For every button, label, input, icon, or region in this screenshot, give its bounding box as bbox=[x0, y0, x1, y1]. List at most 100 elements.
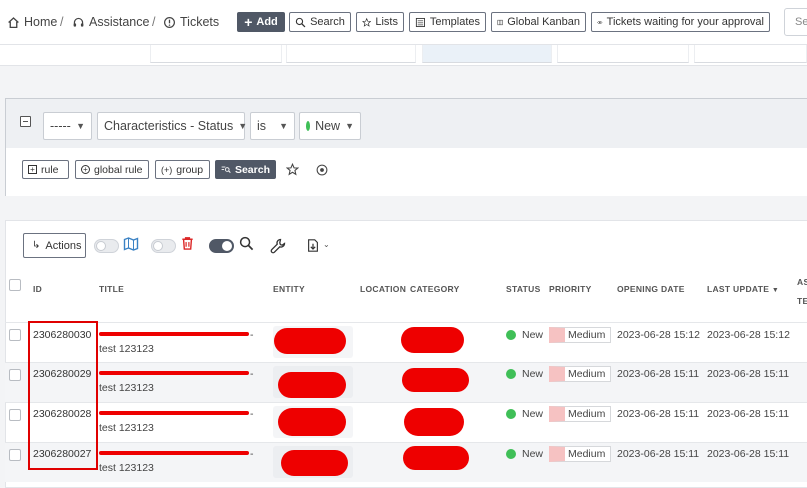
redaction-mark bbox=[404, 408, 464, 436]
last-update: 2023-06-28 15:11 bbox=[707, 368, 790, 380]
status-dot bbox=[506, 369, 516, 379]
value-select[interactable]: New ▼ bbox=[299, 112, 361, 140]
col-id-header[interactable]: ID bbox=[33, 284, 42, 294]
col-extra-header-1[interactable]: AS bbox=[797, 277, 807, 287]
breadcrumb-assistance-label: Assistance bbox=[89, 15, 150, 29]
status-dot bbox=[506, 449, 516, 459]
plus-circle-icon: + bbox=[81, 165, 90, 174]
col-last-update-header[interactable]: LAST UPDATE ▼ bbox=[707, 284, 779, 294]
form-strip bbox=[0, 45, 807, 66]
operator-select[interactable]: is ▼ bbox=[250, 112, 295, 140]
trash-icon bbox=[182, 237, 193, 250]
ticket-title-end[interactable]: - bbox=[250, 368, 254, 380]
ticket-title-line2[interactable]: test 123123 bbox=[99, 462, 154, 474]
add-group-button[interactable]: (+) group bbox=[155, 160, 210, 179]
breadcrumb-home[interactable]: Home bbox=[7, 15, 57, 29]
add-rule-button[interactable]: + rule bbox=[22, 160, 69, 179]
col-status-header[interactable]: STATUS bbox=[506, 284, 541, 294]
export-icon[interactable] bbox=[306, 238, 320, 253]
col-opening-date-header[interactable]: OPENING DATE bbox=[617, 284, 685, 294]
actions-button[interactable]: ↳ Actions bbox=[23, 233, 86, 258]
eye-icon bbox=[597, 20, 603, 24]
row-checkbox[interactable] bbox=[9, 409, 21, 421]
chevron-down-icon: ▼ bbox=[279, 121, 288, 131]
template-icon bbox=[415, 17, 425, 27]
field-select-value: Characteristics - Status bbox=[104, 119, 234, 133]
redaction-mark bbox=[99, 451, 249, 455]
col-priority-header[interactable]: PRIORITY bbox=[549, 284, 592, 294]
filter-search-label: Search bbox=[234, 163, 270, 176]
col-category-header[interactable]: CATEGORY bbox=[410, 284, 460, 294]
map-icon bbox=[123, 237, 139, 251]
search-button[interactable]: Search bbox=[289, 12, 351, 32]
redaction-mark bbox=[402, 368, 469, 392]
last-update: 2023-06-28 15:11 bbox=[707, 408, 790, 420]
plus-square-icon: + bbox=[28, 165, 37, 174]
add-global-rule-button[interactable]: + global rule bbox=[75, 160, 149, 179]
alert-circle-icon bbox=[164, 16, 175, 28]
tickets-approval-button[interactable]: Tickets waiting for your approval bbox=[591, 12, 770, 32]
redaction-mark bbox=[99, 332, 249, 336]
breadcrumb-tickets-label: Tickets bbox=[180, 15, 220, 29]
status-label: New bbox=[522, 408, 544, 420]
row-checkbox[interactable] bbox=[9, 369, 21, 381]
home-icon bbox=[8, 16, 19, 28]
map-toggle[interactable] bbox=[94, 239, 119, 253]
reset-search-icon[interactable] bbox=[316, 164, 328, 176]
search-toggle[interactable] bbox=[209, 239, 234, 253]
breadcrumb-home-label: Home bbox=[24, 15, 58, 29]
value-select-value: New bbox=[315, 119, 341, 133]
ticket-title-end[interactable]: - bbox=[250, 448, 254, 460]
priority-badge: Medium bbox=[549, 366, 611, 382]
redaction-mark bbox=[403, 446, 469, 470]
tickets-approval-label: Tickets waiting for your approval bbox=[606, 16, 764, 28]
last-update: 2023-06-28 15:11 bbox=[707, 448, 790, 460]
breadcrumb-separator: / bbox=[152, 15, 156, 29]
link-select-value: ----- bbox=[50, 119, 71, 133]
priority-label: Medium bbox=[568, 448, 606, 460]
lists-button-label: Lists bbox=[375, 16, 398, 28]
redaction-mark bbox=[274, 328, 346, 354]
status-label: New bbox=[522, 448, 544, 460]
lists-button[interactable]: Lists bbox=[356, 12, 404, 32]
chevron-down-icon[interactable]: ⌄ bbox=[323, 240, 330, 249]
ticket-title-line2[interactable]: test 123123 bbox=[99, 422, 154, 434]
filter-search-button[interactable]: Search bbox=[215, 160, 276, 179]
priority-label: Medium bbox=[568, 408, 606, 420]
breadcrumb-tickets[interactable]: Tickets bbox=[163, 15, 219, 29]
global-kanban-button[interactable]: Global Kanban bbox=[491, 12, 586, 32]
last-update: 2023-06-28 15:12 bbox=[707, 329, 790, 341]
row-checkbox[interactable] bbox=[9, 329, 21, 341]
col-entity-header[interactable]: ENTITY bbox=[273, 284, 305, 294]
redaction-mark bbox=[401, 327, 464, 353]
chevron-down-icon: ▼ bbox=[345, 121, 354, 131]
add-rule-label: rule bbox=[41, 163, 59, 176]
top-bar: Home / Assistance / Tickets + Add Search… bbox=[0, 0, 807, 45]
templates-button[interactable]: Templates bbox=[409, 12, 486, 32]
add-global-rule-label: global rule bbox=[94, 163, 143, 176]
corner-arrow-icon: ↳ bbox=[32, 240, 41, 251]
ticket-title-end[interactable]: - bbox=[250, 408, 254, 420]
col-extra-header-2[interactable]: TE bbox=[797, 296, 807, 306]
ticket-title-line2[interactable]: test 123123 bbox=[99, 382, 154, 394]
link-select[interactable]: ----- ▼ bbox=[43, 112, 92, 140]
trash-toggle[interactable] bbox=[151, 239, 176, 253]
col-location-header[interactable]: LOCATION bbox=[360, 284, 406, 294]
col-title-header[interactable]: TITLE bbox=[99, 284, 124, 294]
status-label: New bbox=[522, 368, 544, 380]
priority-label: Medium bbox=[568, 368, 606, 380]
wrench-icon[interactable] bbox=[270, 238, 286, 254]
select-all-checkbox[interactable] bbox=[9, 279, 21, 291]
add-button[interactable]: + Add bbox=[237, 12, 285, 32]
chevron-down-icon: ▼ bbox=[76, 121, 85, 131]
global-search-input[interactable]: Se bbox=[784, 8, 807, 36]
row-checkbox[interactable] bbox=[9, 449, 21, 461]
collapse-icon[interactable] bbox=[20, 116, 31, 127]
add-button-label: Add bbox=[256, 16, 278, 28]
ticket-title-end[interactable]: - bbox=[250, 329, 254, 341]
breadcrumb-assistance[interactable]: Assistance bbox=[72, 15, 149, 29]
ticket-title-line2[interactable]: test 123123 bbox=[99, 343, 154, 355]
field-select[interactable]: Characteristics - Status ▼ bbox=[97, 112, 247, 140]
status-dot bbox=[306, 121, 311, 131]
save-search-star-icon[interactable] bbox=[286, 163, 299, 176]
